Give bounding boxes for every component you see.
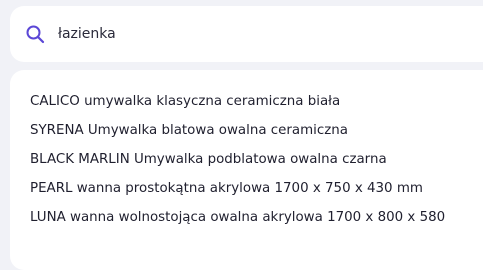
- search-result-item[interactable]: CALICO umywalka klasyczna ceramiczna bia…: [10, 91, 483, 120]
- search-result-item[interactable]: LUNA wanna wolnostojąca owalna akrylowa …: [10, 207, 483, 236]
- search-bar[interactable]: [10, 6, 483, 62]
- search-input[interactable]: [58, 26, 358, 42]
- search-results-dropdown: CALICO umywalka klasyczna ceramiczna bia…: [10, 70, 483, 270]
- search-icon[interactable]: [24, 23, 46, 45]
- search-result-item[interactable]: BLACK MARLIN Umywalka podblatowa owalna …: [10, 149, 483, 178]
- search-result-item[interactable]: PEARL wanna prostokątna akrylowa 1700 x …: [10, 178, 483, 207]
- search-result-item[interactable]: SYRENA Umywalka blatowa owalna ceramiczn…: [10, 120, 483, 149]
